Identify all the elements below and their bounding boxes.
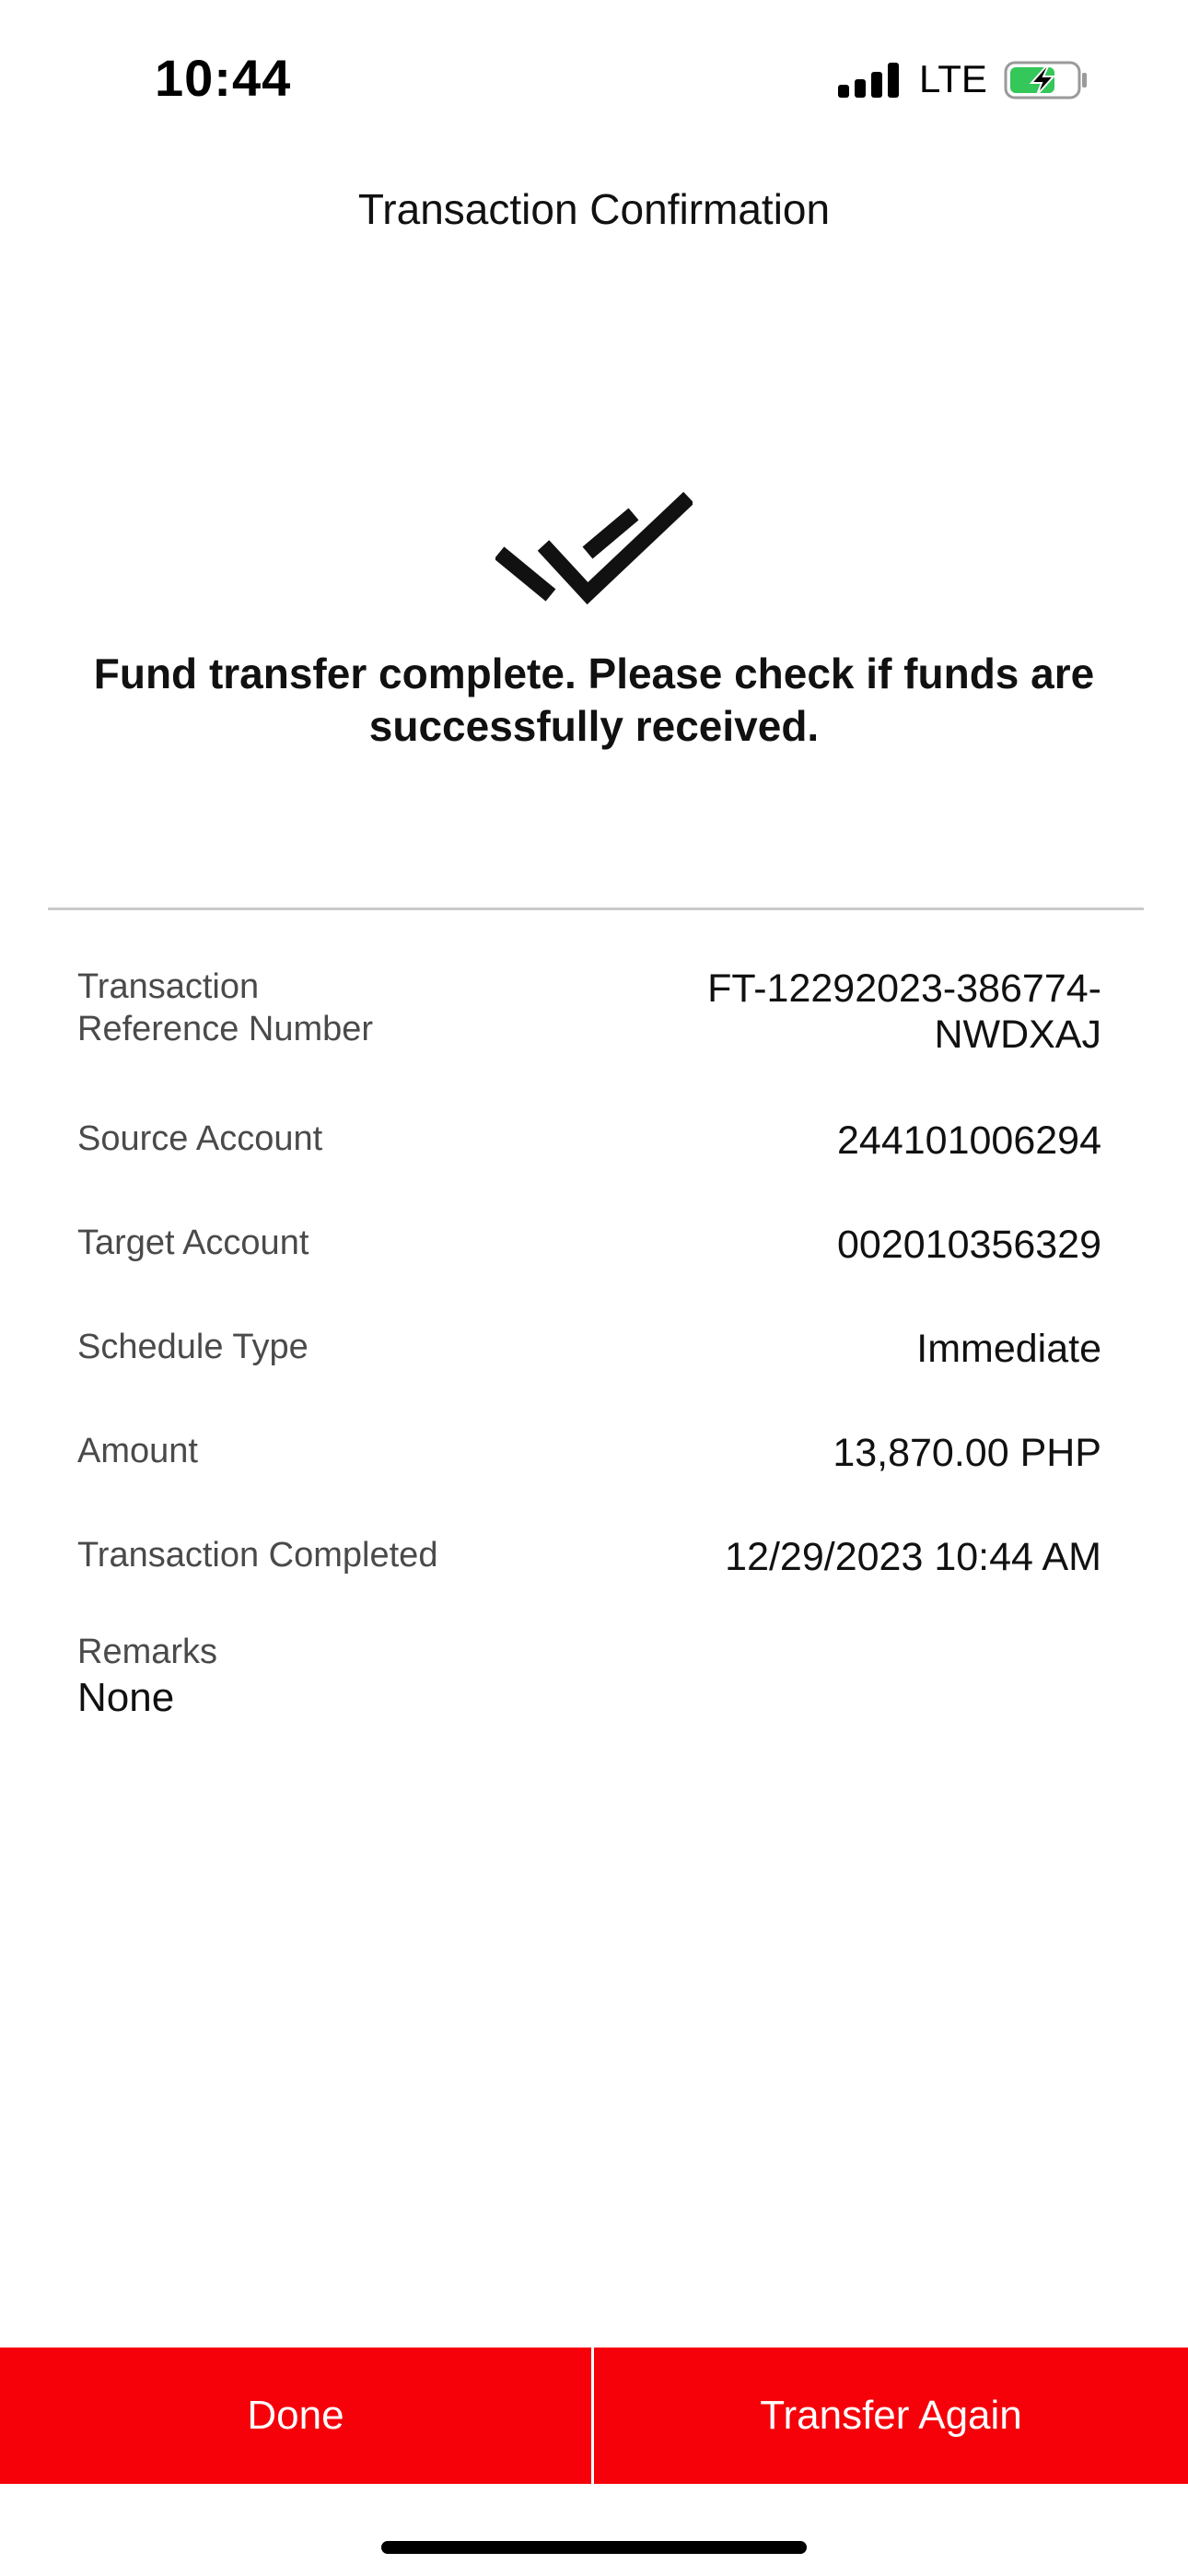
battery-charging-icon — [1004, 61, 1087, 100]
success-message: Fund transfer complete. Please check if … — [93, 650, 1095, 750]
detail-label: Source Account — [77, 1119, 323, 1158]
value-line-2: NWDXAJ — [934, 1013, 1101, 1057]
detail-label: Target Account — [77, 1224, 309, 1262]
completed-value: 12/29/2023 10:44 AM — [725, 1535, 1101, 1579]
done-button[interactable]: Done — [0, 2348, 591, 2484]
detail-label: Transaction Completed — [77, 1536, 438, 1575]
detail-label: Schedule Type — [77, 1328, 309, 1366]
detail-label: Transaction Reference Number — [77, 966, 556, 1050]
double-check-icon — [495, 491, 693, 605]
network-type: LTE — [919, 57, 987, 100]
detail-label: Remarks — [77, 1633, 218, 1671]
home-indicator[interactable] — [381, 2541, 807, 2554]
divider — [48, 907, 1144, 910]
value-line-1: FT-12292023-386774- — [707, 966, 1101, 1011]
label-line-2: Reference Number — [77, 1010, 374, 1048]
schedule-type-value: Immediate — [916, 1327, 1101, 1371]
reference-number-value: FT-12292023-386774- NWDXAJ — [530, 966, 1101, 1058]
signal-icon — [838, 61, 899, 98]
status-bar: 10:44 LTE — [0, 0, 1188, 157]
status-time: 10:44 — [155, 49, 292, 107]
amount-value: 13,870.00 PHP — [833, 1431, 1101, 1475]
source-account-value: 244101006294 — [837, 1118, 1101, 1163]
label-line-1: Transaction — [77, 967, 260, 1006]
page-title: Transaction Confirmation — [357, 185, 831, 233]
remarks-value: None — [77, 1675, 175, 1720]
transfer-again-button[interactable]: Transfer Again — [594, 2348, 1188, 2484]
detail-label: Amount — [77, 1432, 198, 1470]
target-account-value: 002010356329 — [837, 1223, 1101, 1267]
